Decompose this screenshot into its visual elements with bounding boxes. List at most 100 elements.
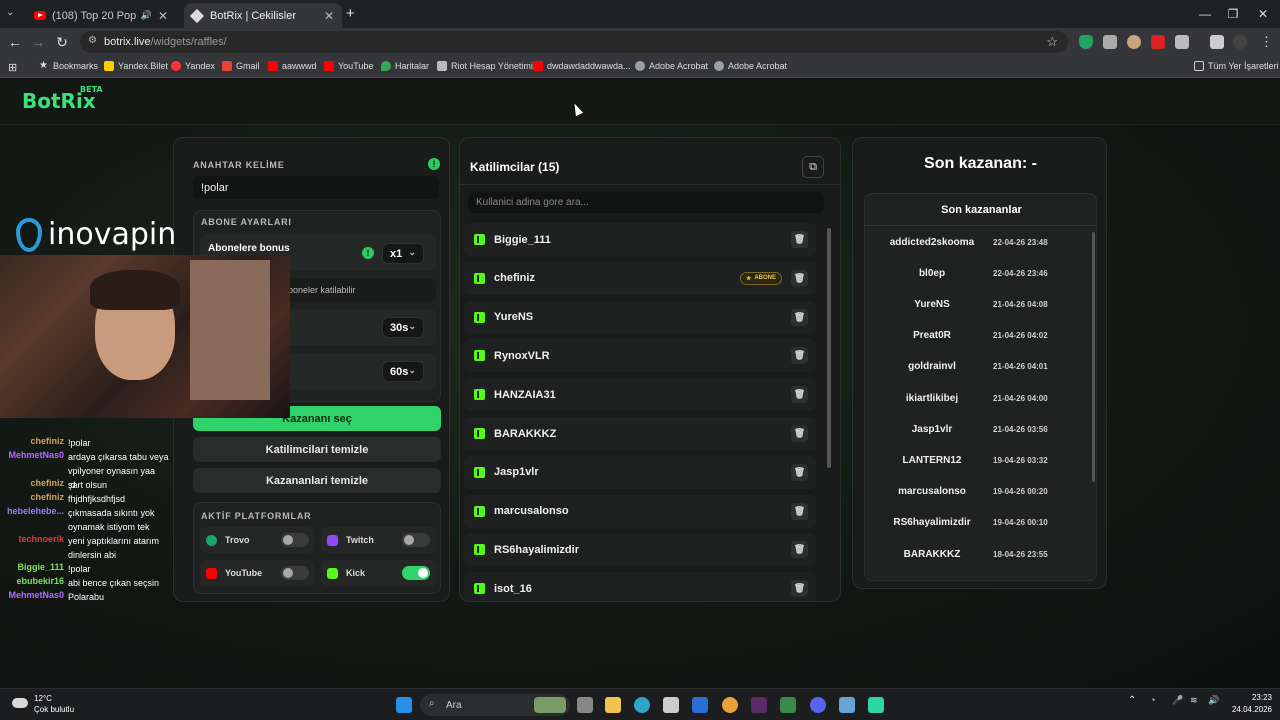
bookmark-star-icon[interactable]: ☆	[1046, 34, 1058, 50]
keyword-input[interactable]: !polar	[193, 176, 439, 199]
puzzle-extensions-icon[interactable]	[1175, 35, 1189, 49]
delete-participant-button[interactable]: 🗑	[791, 231, 808, 248]
botrix-logo[interactable]: BotRix BETA	[22, 85, 103, 113]
menu-kebab-icon[interactable]: ⋮	[1260, 34, 1273, 50]
participant-scrollbar[interactable]	[827, 228, 831, 468]
task-view-icon[interactable]	[577, 697, 593, 713]
delete-participant-button[interactable]: 🗑	[791, 541, 808, 559]
delete-participant-button[interactable]: 🗑	[791, 580, 808, 598]
chrome-icon[interactable]	[722, 697, 738, 713]
trovo-toggle[interactable]	[281, 533, 309, 547]
microphone-icon[interactable]: 🎤	[1172, 695, 1183, 706]
bookmark-item[interactable]: Riot Hesap Yönetimi	[437, 61, 533, 71]
discord-icon[interactable]	[810, 697, 826, 713]
store-icon[interactable]	[663, 697, 679, 713]
participant-row[interactable]: HANZAIA31 🗑	[464, 378, 816, 412]
delete-participant-button[interactable]: 🗑	[791, 463, 808, 481]
app-icon[interactable]	[751, 697, 767, 713]
delete-participant-button[interactable]: 🗑	[791, 425, 808, 442]
clear-participants-button[interactable]: Katilimcilari temizle	[193, 437, 441, 462]
bookmark-item[interactable]: Gmail	[222, 61, 260, 71]
bookmark-item[interactable]: Yandex.Bilet	[104, 61, 168, 71]
bookmark-item[interactable]: ★ Bookmarks	[39, 61, 98, 72]
kick-icon	[474, 428, 485, 439]
timer-select-2[interactable]: 60s ⌄	[382, 361, 424, 382]
app-icon[interactable]	[839, 697, 855, 713]
winner-scrollbar[interactable]	[1092, 232, 1095, 482]
all-bookmarks-folder[interactable]: Tüm Yer İşaretleri	[1194, 61, 1279, 71]
bookmark-item[interactable]: Adobe Acrobat	[714, 61, 787, 71]
site-info-icon[interactable]: ⚙	[88, 35, 97, 46]
media-controls-icon[interactable]	[1210, 35, 1224, 49]
delete-participant-button[interactable]: 🗑	[791, 347, 808, 365]
taskbar-date[interactable]: 24.04.2026	[1222, 705, 1272, 714]
bookmark-item[interactable]: aawwwd	[268, 61, 317, 71]
participant-row[interactable]: RynoxVLR 🗑	[464, 339, 816, 373]
winner-date: 21-04-26 03:56	[993, 424, 1048, 434]
extension-icon[interactable]	[1151, 35, 1165, 49]
participant-row[interactable]: YureNS 🗑	[464, 300, 816, 334]
delete-participant-button[interactable]: 🗑	[791, 386, 808, 404]
participant-row[interactable]: marcusalonso 🗑	[464, 494, 816, 528]
bookmark-item[interactable]: Yandex	[171, 61, 215, 71]
back-button[interactable]: ←	[5, 32, 25, 52]
info-icon[interactable]: !	[428, 158, 440, 170]
delete-participant-button[interactable]: 🗑	[791, 308, 808, 326]
clear-winners-button[interactable]: Kazananlari temizle	[193, 468, 441, 493]
app-icon[interactable]	[780, 697, 796, 713]
speaker-icon[interactable]: 🔊	[141, 10, 152, 21]
taskbar-search[interactable]: ⌕ Ara	[420, 694, 570, 716]
profile-icon[interactable]	[1233, 35, 1247, 49]
close-tab-icon[interactable]: ✕	[158, 9, 168, 23]
timer-select-1[interactable]: 30s ⌄	[382, 317, 424, 338]
tab-youtube[interactable]: (108) Top 20 Pop Songs 202 🔊 ✕	[26, 3, 176, 28]
platform-trovo[interactable]: Trovo	[200, 527, 315, 553]
tray-chevron-icon[interactable]: ⌃	[1128, 695, 1136, 706]
platform-youtube[interactable]: YouTube	[200, 560, 315, 586]
windows-start-icon[interactable]	[396, 697, 412, 713]
bookmark-item[interactable]: YouTube	[324, 61, 373, 71]
close-window-button[interactable]: ✕	[1246, 0, 1280, 28]
delete-participant-button[interactable]: 🗑	[791, 502, 808, 520]
info-icon[interactable]: !	[362, 247, 374, 259]
app-icon[interactable]	[868, 697, 884, 713]
volume-icon[interactable]: 🔊	[1208, 695, 1219, 706]
apps-grid-icon[interactable]: ⊞	[8, 61, 17, 74]
participant-row[interactable]: BARAKKKZ 🗑	[464, 417, 816, 450]
bookmark-item[interactable]: Haritalar	[381, 61, 429, 71]
shield-extension-icon[interactable]	[1079, 35, 1093, 49]
wifi-icon[interactable]: ≋	[1190, 695, 1198, 706]
participant-row[interactable]: Jasp1vlr 🗑	[464, 455, 816, 489]
participant-row[interactable]: Biggie_111 🗑	[464, 223, 816, 256]
taskbar-time[interactable]: 23:23	[1232, 693, 1272, 702]
kick-toggle[interactable]	[402, 566, 430, 580]
new-tab-button[interactable]: +	[346, 5, 355, 22]
edge-icon[interactable]	[634, 697, 650, 713]
network-icon[interactable]: ◔	[1150, 695, 1155, 705]
platform-twitch[interactable]: Twitch	[321, 527, 436, 553]
twitch-toggle[interactable]	[402, 533, 430, 547]
bookmark-item[interactable]: dwdawdaddwawda...	[533, 61, 631, 71]
youtube-toggle[interactable]	[281, 566, 309, 580]
participant-row[interactable]: isot_16 🗑	[464, 572, 816, 601]
close-tab-icon[interactable]: ✕	[324, 9, 334, 23]
tab-list-dropdown-icon[interactable]: ⌄	[6, 7, 14, 18]
bookmark-item[interactable]: Adobe Acrobat	[635, 61, 708, 71]
reload-button[interactable]: ↻	[52, 32, 72, 52]
platform-kick[interactable]: Kick	[321, 560, 436, 586]
mail-icon[interactable]	[692, 697, 708, 713]
copy-list-button[interactable]: ⧉	[802, 156, 824, 178]
subscriber-bonus-select[interactable]: x1 ⌄	[382, 243, 424, 264]
delete-participant-button[interactable]: 🗑	[791, 269, 808, 287]
participant-row[interactable]: RS6hayalimizdir 🗑	[464, 533, 816, 567]
url-bar[interactable]: ⚙ botrix.live/widgets/raffles/ ☆	[80, 31, 1068, 53]
maximize-button[interactable]: ❐	[1216, 0, 1250, 28]
extension-icon[interactable]	[1127, 35, 1141, 49]
tab-botrix[interactable]: BotRix | Cekilisler ✕	[184, 3, 342, 28]
forward-button[interactable]: →	[28, 32, 48, 52]
participant-search-input[interactable]: Kullanici adina gore ara...	[468, 192, 824, 213]
weather-widget[interactable]: 12°C Çok bulutlu	[10, 694, 100, 716]
participant-row[interactable]: chefiniz ★ ABONE 🗑	[464, 261, 816, 295]
file-explorer-icon[interactable]	[605, 697, 621, 713]
extension-icon[interactable]	[1103, 35, 1117, 49]
